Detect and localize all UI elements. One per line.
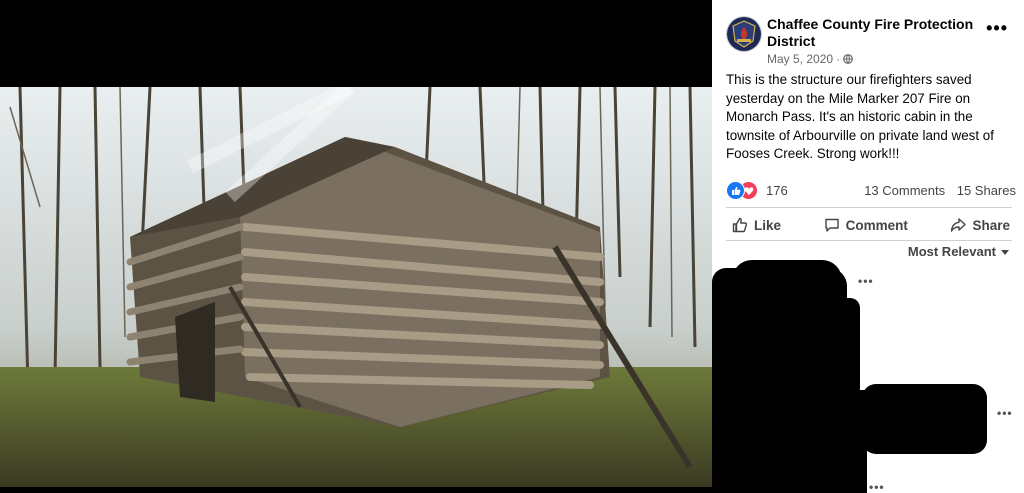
share-button[interactable]: Share [944,213,1016,237]
comment-sort-dropdown[interactable]: Most Relevant [908,244,1010,259]
globe-icon[interactable] [843,54,853,64]
comment-more-icon[interactable]: ••• [858,274,874,288]
like-label: Like [754,217,782,233]
photo-viewer [0,0,712,493]
post-meta: May 5, 2020 · [767,52,853,66]
post-panel: Chaffee County Fire Protection District … [712,0,1024,493]
like-button[interactable]: Like [726,213,787,237]
divider [726,207,1012,208]
share-count[interactable]: 15 Shares [957,183,1016,198]
reactions-bar: 176 13 Comments 15 Shares [726,181,1016,201]
share-label: Share [972,217,1010,233]
redaction-mark [830,298,860,398]
cabin-photo-image [0,87,712,487]
post-actions: Like Comment Share [726,210,1016,240]
thumbs-up-icon [732,217,748,233]
comment-more-icon[interactable]: ••• [869,480,885,493]
post-header: Chaffee County Fire Protection District … [726,14,1016,74]
redaction-mark [862,384,987,454]
comment-label: Comment [845,217,908,233]
redaction-mark [847,390,867,493]
chevron-down-icon [1001,249,1009,255]
reaction-icons[interactable] [726,181,762,200]
sort-label: Most Relevant [907,244,996,259]
fire-district-badge-icon [727,17,761,51]
post-more-icon[interactable]: ••• [986,18,1008,39]
post-text: This is the structure our firefighters s… [726,72,994,161]
meta-separator: · [836,52,841,66]
comment-button[interactable]: Comment [818,213,914,237]
page-avatar[interactable] [726,16,762,52]
comment-more-icon[interactable]: ••• [997,406,1013,420]
post-photo[interactable] [0,87,712,487]
share-icon [951,218,967,232]
engagement-counts: 13 Comments 15 Shares [856,183,1016,198]
comment-count[interactable]: 13 Comments [864,183,945,198]
reaction-count[interactable]: 176 [766,183,788,198]
comment-icon [824,218,839,232]
redaction-mark [732,260,842,330]
comments-list: r ••• ••• ••• [712,260,1024,493]
divider [726,240,1012,241]
post-date[interactable]: May 5, 2020 [767,52,833,66]
page-name[interactable]: Chaffee County Fire Protection District [767,16,982,50]
like-reaction-icon [726,181,745,200]
